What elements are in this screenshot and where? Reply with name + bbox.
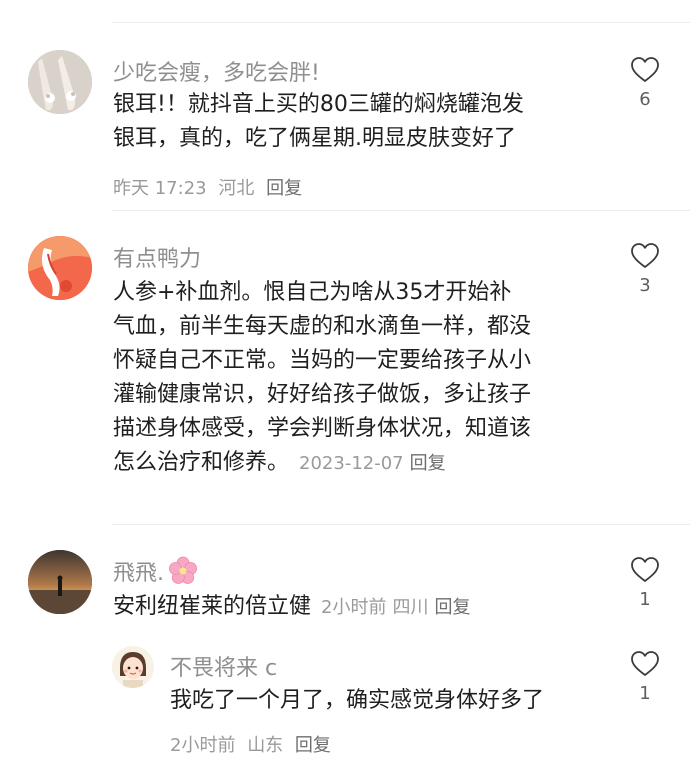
like-button[interactable]: 1 xyxy=(625,556,665,610)
avatar-image xyxy=(112,646,154,688)
comment-username[interactable]: 少吃会瘦，多吃会胖! xyxy=(113,55,320,87)
comment-time: 昨天 17:23 xyxy=(113,178,207,199)
comment-divider xyxy=(112,210,690,211)
reply-button[interactable]: 回复 xyxy=(266,178,302,199)
comment-text: 安利纽崔莱的倍立健 2小时前 四川 回复 xyxy=(113,590,476,625)
reply-text: 我吃了一个月了，确实感觉身体好多了 xyxy=(170,688,545,713)
heart-outline-icon xyxy=(631,243,659,268)
comment-text-line: 气血，前半生每天虚的和水滴鱼一样，都没 xyxy=(113,314,532,339)
comment-username[interactable]: 有点鸭力 xyxy=(113,241,201,273)
comment-text-line: 安利纽崔莱的倍立健 xyxy=(113,594,312,619)
comment-text-line: 怀疑自己不正常。当妈的一定要给孩子从小 xyxy=(113,348,532,373)
like-count: 1 xyxy=(639,589,651,610)
like-count: 1 xyxy=(639,683,651,704)
avatar-image xyxy=(28,236,92,300)
comment-text-line: 银耳，真的，吃了俩星期.明显皮肤变好了 xyxy=(113,126,516,151)
comment-text-line: 灌输健康常识，好好给孩子做饭，多让孩子 xyxy=(113,382,532,407)
comment-text-line: 怎么治疗和修养。 xyxy=(113,450,290,475)
comment-meta: 昨天 17:23 河北 回复 xyxy=(113,174,308,200)
comment-location: 四川 xyxy=(392,597,429,618)
comment-text-line: 银耳!！就抖音上买的80三罐的焖烧罐泡发 xyxy=(113,92,524,117)
like-button[interactable]: 1 xyxy=(625,650,665,704)
reply-button[interactable]: 回复 xyxy=(434,597,470,618)
comment-text-line-last: 怎么治疗和修养。 2023-12-07 回复 xyxy=(113,446,531,481)
top-divider xyxy=(112,22,690,23)
comment-time: 2小时前 xyxy=(321,597,387,618)
comment-time: 2023-12-07 xyxy=(299,453,404,474)
like-button[interactable]: 3 xyxy=(625,242,665,296)
avatar-image xyxy=(28,50,92,114)
comment-text-line: 人参+补血剂。恨自己为啥从35才开始补 xyxy=(113,280,512,305)
comment-text: 人参+补血剂。恨自己为啥从35才开始补 气血，前半生每天虚的和水滴鱼一样，都没 … xyxy=(113,276,531,481)
avatar[interactable] xyxy=(112,646,154,688)
reply-meta: 2小时前 山东 回复 xyxy=(170,731,337,757)
reply-username[interactable]: 不畏将来 c xyxy=(170,650,277,682)
comment-username-text: 飛飛. xyxy=(113,561,164,586)
comment-username[interactable]: 飛飛. xyxy=(113,555,198,592)
heart-outline-icon xyxy=(631,557,659,582)
like-button[interactable]: 6 xyxy=(625,56,665,110)
comment-meta: 2023-12-07 回复 xyxy=(299,453,452,474)
reply-time: 2小时前 xyxy=(170,735,236,756)
heart-outline-icon xyxy=(631,57,659,82)
comment-meta: 2小时前 四川 回复 xyxy=(321,597,476,618)
avatar[interactable] xyxy=(28,550,92,614)
like-count: 3 xyxy=(639,275,651,296)
avatar[interactable] xyxy=(28,50,92,114)
like-count: 6 xyxy=(639,89,651,110)
reply-button[interactable]: 回复 xyxy=(410,453,446,474)
avatar-image xyxy=(28,550,92,614)
comment-text-line: 描述身体感受，学会判断身体状况，知道该 xyxy=(113,416,532,441)
reply-button[interactable]: 回复 xyxy=(295,735,331,756)
comment-location: 河北 xyxy=(218,178,255,199)
avatar[interactable] xyxy=(28,236,92,300)
comment-divider xyxy=(112,524,690,525)
comment-text: 银耳!！就抖音上买的80三罐的焖烧罐泡发 银耳，真的，吃了俩星期.明显皮肤变好了 xyxy=(113,88,524,156)
reply-location: 山东 xyxy=(247,735,284,756)
cherry-blossom-icon xyxy=(168,556,198,592)
heart-outline-icon xyxy=(631,651,659,676)
